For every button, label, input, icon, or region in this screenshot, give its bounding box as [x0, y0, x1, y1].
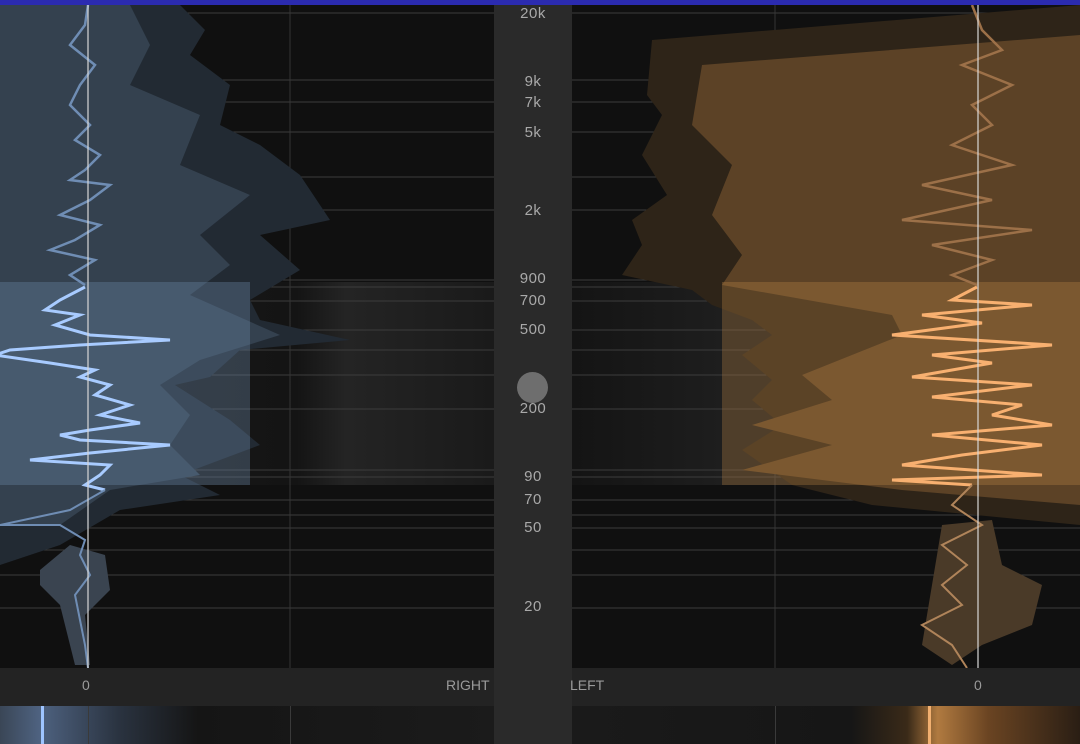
right-spectrum-lower [922, 520, 1042, 665]
freq-label-20: 20 [524, 598, 542, 615]
crossover-handle[interactable] [517, 372, 548, 403]
right-zero-label: 0 [974, 677, 982, 693]
right-level-meter[interactable] [572, 706, 1080, 744]
freq-label-7k: 7k [524, 94, 542, 111]
right-meter-marker [928, 706, 931, 744]
freq-label-2k: 2k [524, 202, 542, 219]
left-level-meter[interactable] [0, 706, 494, 744]
freq-label-50: 50 [524, 519, 542, 536]
left-meter-marker [41, 706, 44, 744]
freq-label-5k: 5k [524, 124, 542, 141]
freq-label-90: 90 [524, 468, 542, 485]
freq-label-20k: 20k [520, 5, 546, 22]
right-channel-label[interactable]: LEFT [570, 677, 604, 693]
freq-label-9k: 9k [524, 73, 542, 90]
right-channel-footer: LEFT 0 [570, 668, 1080, 706]
freq-label-900: 900 [519, 270, 547, 287]
right-spectrum-panel[interactable] [572, 5, 1080, 668]
left-spectrum-graph [0, 5, 494, 668]
freq-label-500: 500 [519, 321, 547, 338]
left-zero-label: 0 [82, 677, 90, 693]
freq-label-700: 700 [519, 292, 547, 309]
freq-label-70: 70 [524, 491, 542, 508]
left-channel-footer: 0 RIGHT [0, 668, 494, 706]
left-band-wash [0, 282, 250, 485]
left-channel-label[interactable]: RIGHT [446, 677, 490, 693]
left-spectrum-panel[interactable] [0, 5, 494, 668]
right-spectrum-graph [572, 5, 1080, 668]
left-spectrum-lower [40, 545, 110, 665]
